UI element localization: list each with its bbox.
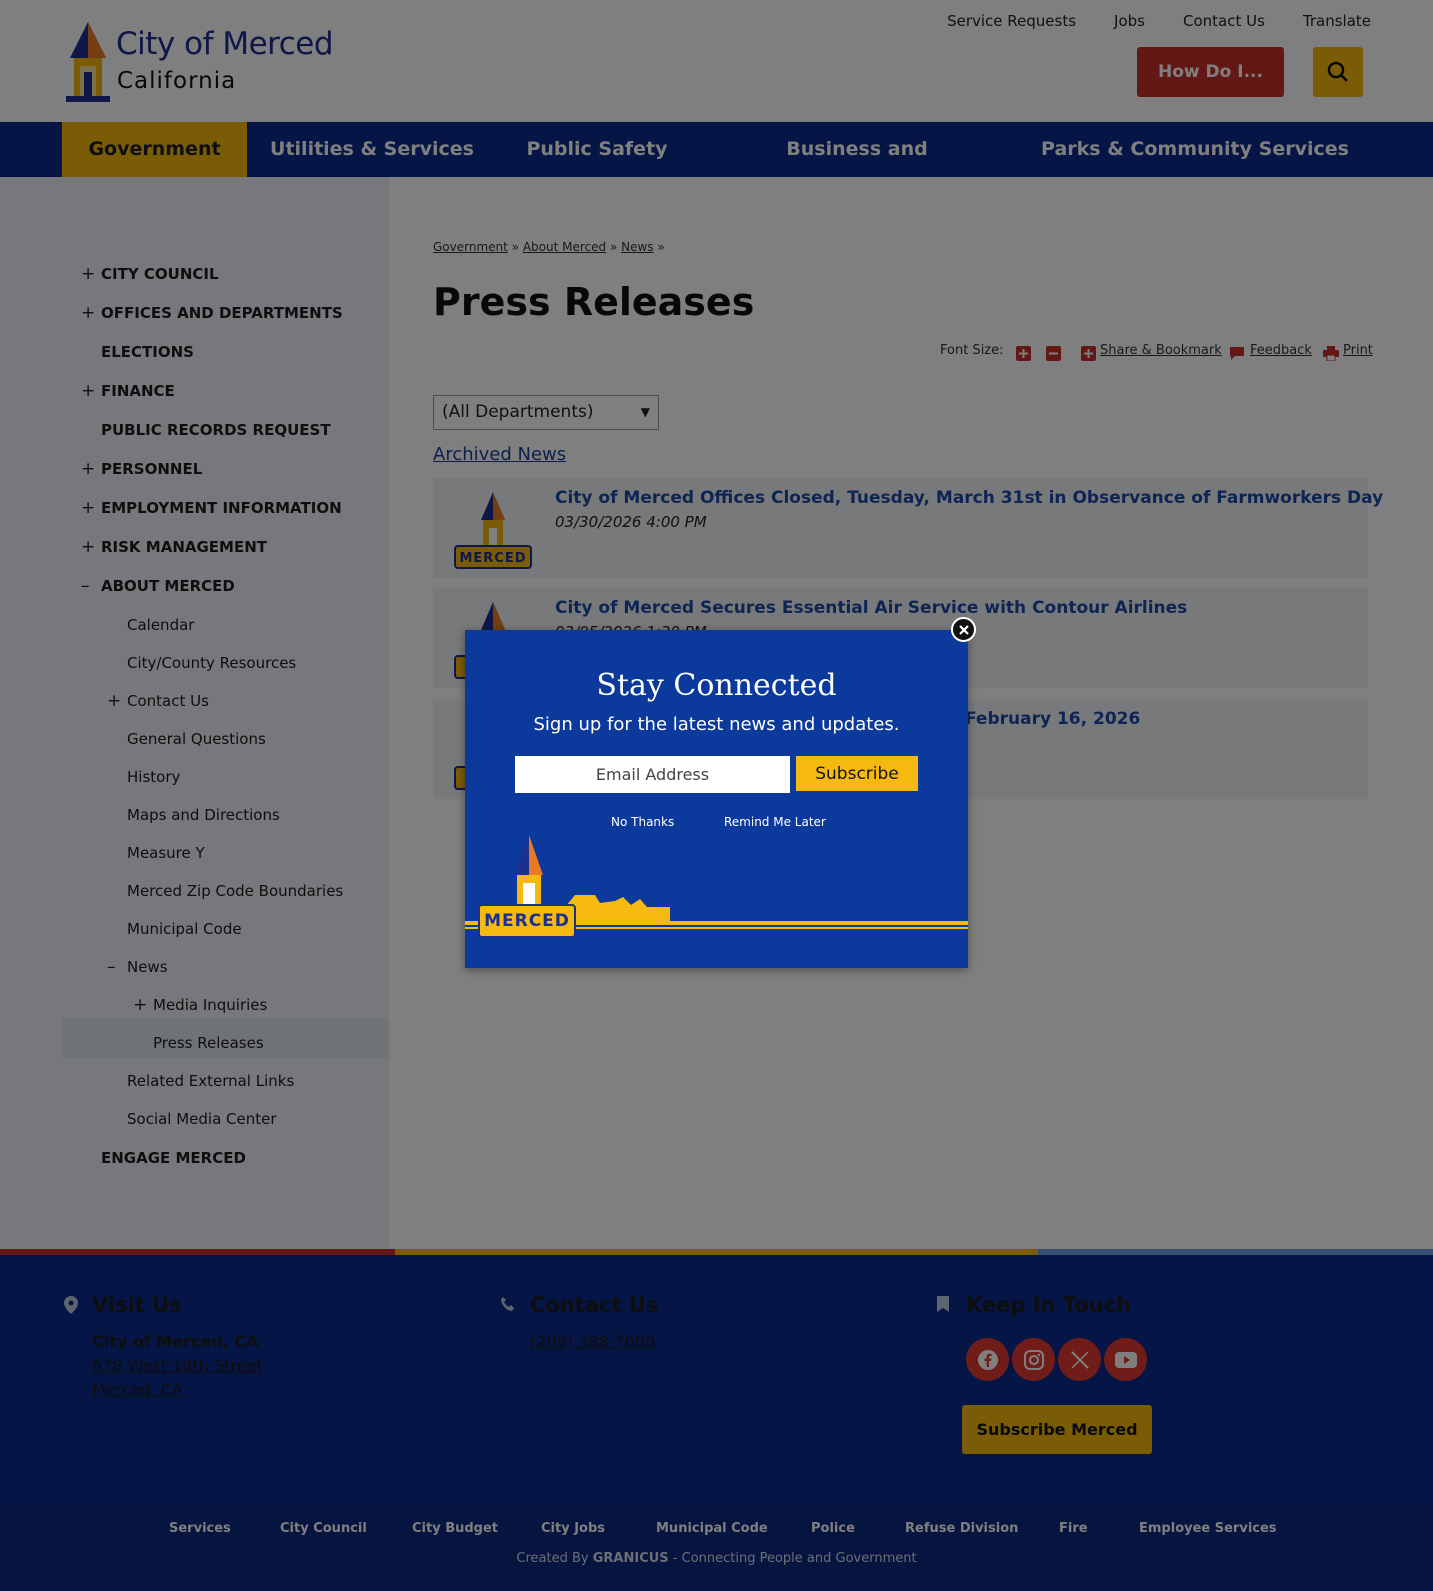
modal-title: Stay Connected [596, 668, 837, 703]
remind-later-link[interactable]: Remind Me Later [724, 815, 826, 829]
close-icon [958, 624, 969, 635]
no-thanks-link[interactable]: No Thanks [611, 815, 674, 829]
modal-close-button[interactable] [951, 617, 976, 642]
modal-badge-text: MERCED [484, 911, 570, 931]
stay-connected-modal: Stay Connected Sign up for the latest ne… [465, 630, 968, 968]
subscribe-button[interactable]: Subscribe [796, 756, 918, 791]
email-input[interactable] [515, 756, 790, 793]
merced-skyline-graphic [465, 835, 968, 938]
modal-subtitle: Sign up for the latest news and updates. [533, 714, 900, 735]
